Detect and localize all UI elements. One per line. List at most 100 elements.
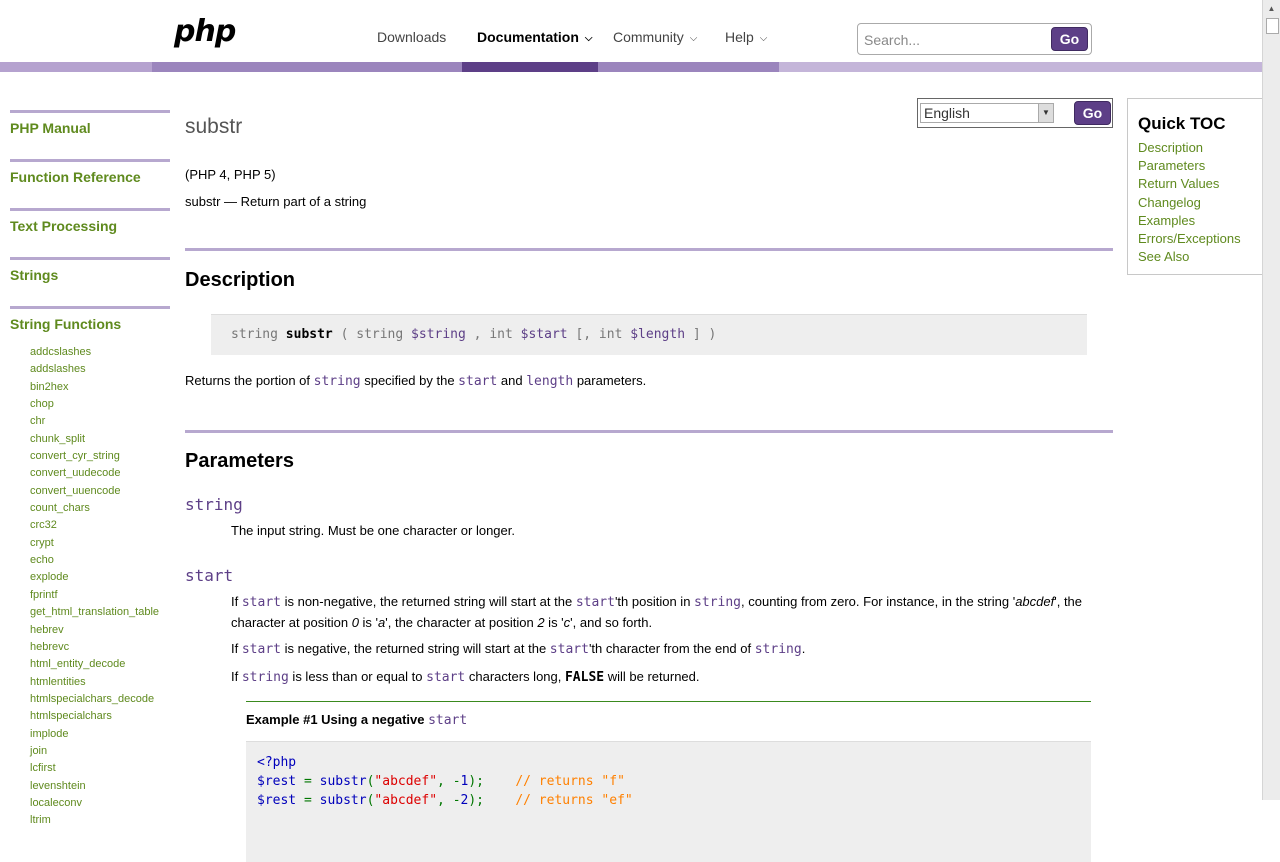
code-token: ); — [468, 774, 485, 789]
sidebar-function-link[interactable]: lcfirst — [30, 760, 170, 777]
param-name-start: start — [185, 566, 234, 585]
search-input[interactable] — [862, 29, 1046, 51]
code-comment: // returns "f" — [484, 774, 625, 789]
function-name: substr — [285, 327, 333, 342]
param-var-start[interactable]: $start — [521, 327, 568, 342]
quick-toc-link[interactable]: Changelog — [1138, 194, 1241, 212]
sidebar-link-php-manual[interactable]: PHP Manual — [10, 110, 170, 150]
example-block: Example #1 Using a negative start <?php … — [246, 701, 1091, 862]
sidebar-function-link[interactable]: implode — [30, 726, 170, 743]
sidebar-function-link[interactable]: get_html_translation_table — [30, 604, 170, 621]
sidebar-function-link[interactable]: levenshtein — [30, 778, 170, 795]
sidebar-function-link[interactable]: hebrevc — [30, 639, 170, 656]
sidebar-function-link[interactable]: hebrev — [30, 622, 170, 639]
emphasis: abcdef — [1015, 594, 1055, 609]
sidebar-function-link[interactable]: crc32 — [30, 517, 170, 534]
sidebar-link-function-reference[interactable]: Function Reference — [10, 159, 170, 199]
sidebar-link-text-processing[interactable]: Text Processing — [10, 208, 170, 248]
quick-toc: Quick TOC Description Parameters Return Va… — [1127, 98, 1268, 275]
language-select[interactable]: English ▼ — [920, 103, 1054, 123]
code-comment: // returns "ef" — [484, 793, 633, 808]
text: 'th position in — [614, 594, 695, 609]
example-code: <?php $rest = substr("abcdef", -1); // r… — [246, 741, 1091, 862]
page-title: substr — [185, 115, 243, 138]
sidebar-function-link[interactable]: chunk_split — [30, 431, 170, 448]
code-token: substr — [319, 774, 367, 789]
sidebar-function-link[interactable]: convert_cyr_string — [30, 448, 170, 465]
sidebar-function-link[interactable]: chr — [30, 413, 170, 430]
sidebar-function-link[interactable]: html_entity_decode — [30, 656, 170, 673]
stripe-segment-active — [462, 62, 598, 72]
sidebar-function-link[interactable]: htmlspecialchars — [30, 708, 170, 725]
param-var-length[interactable]: $length — [630, 327, 685, 342]
text: will be returned. — [604, 669, 700, 684]
sidebar-function-link[interactable]: htmlentities — [30, 674, 170, 691]
text: parameters. — [573, 373, 647, 388]
scrollbar[interactable]: ▲ — [1262, 0, 1280, 800]
sidebar-function-link[interactable]: localeconv — [30, 795, 170, 812]
sidebar-function-link[interactable]: convert_uudecode — [30, 465, 170, 482]
sidebar-function-link[interactable]: crypt — [30, 535, 170, 552]
text: If — [231, 594, 242, 609]
code-ref: start — [428, 713, 468, 728]
text: is less than or equal to — [288, 669, 427, 684]
ref-purpose: substr — Return part of a string — [185, 194, 367, 209]
quick-toc-link[interactable]: See Also — [1138, 248, 1241, 266]
text: is negative, the returned string will st… — [280, 641, 550, 656]
text: 'th character from the end of — [588, 641, 755, 656]
search-go-button[interactable]: Go — [1051, 27, 1088, 51]
sidebar-function-link[interactable]: chop — [30, 396, 170, 413]
code-ref: start — [241, 642, 281, 657]
nav-community[interactable]: Community ⌵ — [613, 29, 697, 45]
sidebar-function-link[interactable]: ltrim — [30, 812, 170, 829]
example-title: Example #1 Using a negative start — [246, 712, 1091, 728]
code-token: ); — [468, 793, 485, 808]
sidebar-function-link[interactable]: echo — [30, 552, 170, 569]
sidebar: PHP Manual Function Reference Text Proce… — [10, 110, 170, 830]
description-text: Returns the portion of string specified … — [185, 373, 646, 389]
nav-help-label: Help — [725, 29, 754, 45]
sidebar-function-link[interactable]: explode — [30, 569, 170, 586]
quick-toc-link[interactable]: Examples — [1138, 212, 1241, 230]
chevron-down-icon: ⌵ — [759, 33, 768, 44]
sidebar-function-link[interactable]: addslashes — [30, 361, 170, 378]
code-ref: start — [426, 670, 466, 685]
text: ', the character at position — [385, 615, 538, 630]
nav-documentation[interactable]: Documentation ⌵ — [477, 29, 592, 45]
parameters-heading: Parameters — [185, 450, 294, 472]
quick-toc-link[interactable]: Parameters — [1138, 157, 1241, 175]
php-logo[interactable]: php — [174, 14, 236, 49]
code-token: "abcdef" — [374, 774, 438, 789]
param-desc-start-2: If start is negative, the returned strin… — [231, 639, 1101, 660]
language-go-button[interactable]: Go — [1074, 101, 1111, 125]
sidebar-function-link[interactable]: fprintf — [30, 587, 170, 604]
description-heading: Description — [185, 269, 296, 291]
section-divider — [185, 248, 1113, 251]
sidebar-function-link[interactable]: htmlspecialchars_decode — [30, 691, 170, 708]
sidebar-function-link[interactable]: addcslashes — [30, 344, 170, 361]
scroll-up-arrow-icon[interactable]: ▲ — [1263, 0, 1280, 17]
param-var-string[interactable]: $string — [411, 327, 466, 342]
code-ref: start — [458, 374, 498, 389]
sidebar-function-link[interactable]: count_chars — [30, 500, 170, 517]
sidebar-function-link[interactable]: convert_uuencode — [30, 483, 170, 500]
quick-toc-link[interactable]: Description — [1138, 139, 1241, 157]
text: characters long, — [465, 669, 565, 684]
code-token: "abcdef" — [374, 793, 438, 808]
sidebar-link-string-functions[interactable]: String Functions — [10, 306, 170, 340]
method-synopsis: string substr ( string $string , int $st… — [211, 314, 1087, 355]
separator: , — [473, 327, 482, 342]
nav-help[interactable]: Help ⌵ — [725, 29, 767, 45]
text: If — [231, 641, 242, 656]
text: specified by the — [360, 373, 459, 388]
quick-toc-link[interactable]: Return Values — [1138, 175, 1241, 193]
nav-downloads[interactable]: Downloads — [377, 29, 446, 45]
paren-close: ] ) — [692, 327, 717, 342]
sidebar-function-link[interactable]: bin2hex — [30, 379, 170, 396]
code-ref: start — [575, 595, 615, 610]
sidebar-function-link[interactable]: join — [30, 743, 170, 760]
scroll-thumb[interactable] — [1266, 18, 1279, 34]
param-name-string: string — [185, 495, 243, 514]
sidebar-link-strings[interactable]: Strings — [10, 257, 170, 297]
quick-toc-link[interactable]: Errors/Exceptions — [1138, 230, 1241, 248]
